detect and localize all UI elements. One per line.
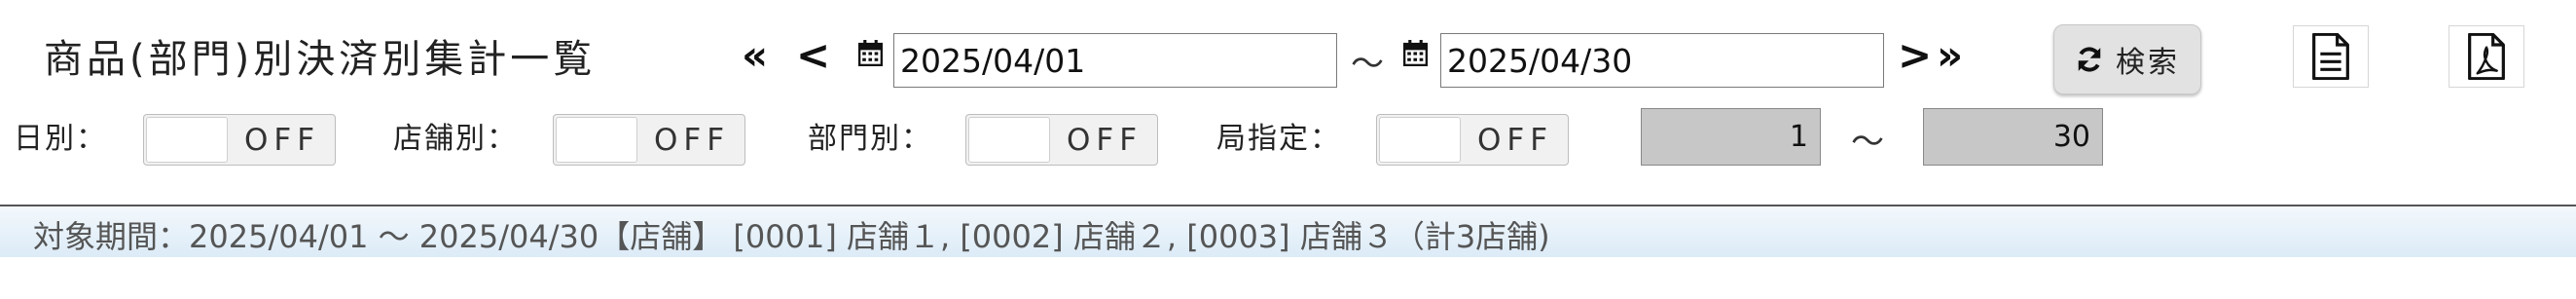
toggle-knob xyxy=(556,117,637,163)
toggle-state: OFF xyxy=(1066,122,1143,158)
toggle-knob xyxy=(146,117,228,163)
department-toggle-label: 部門別： xyxy=(808,122,932,156)
range-separator: ～ xyxy=(1851,123,1884,162)
period-summary-text: 対象期間：2025/04/01 ～ 2025/04/30【店舗】 [0001] … xyxy=(33,218,1550,255)
store-toggle[interactable]: OFF xyxy=(553,114,745,166)
department-toggle[interactable]: OFF xyxy=(965,114,1158,166)
last-period-button[interactable]: » xyxy=(1937,33,1963,78)
calendar-icon[interactable] xyxy=(858,40,883,66)
toggle-state: OFF xyxy=(653,122,731,158)
first-period-button[interactable]: « xyxy=(742,33,768,78)
start-date-input[interactable] xyxy=(893,33,1337,88)
prev-period-button[interactable]: < xyxy=(796,33,830,78)
search-button[interactable]: 検索 xyxy=(2053,24,2201,94)
document-icon[interactable] xyxy=(2293,25,2369,88)
end-date-input[interactable] xyxy=(1440,33,1884,88)
page-title: 商品(部門)別決済別集計一覧 xyxy=(44,37,597,82)
range-to-input[interactable] xyxy=(1923,108,2103,166)
toggle-state: OFF xyxy=(243,122,321,158)
toggle-knob xyxy=(968,117,1050,163)
next-period-button[interactable]: > xyxy=(1898,33,1932,78)
date-range-separator: ～ xyxy=(1351,45,1384,84)
pdf-icon[interactable] xyxy=(2449,25,2524,88)
daily-toggle[interactable]: OFF xyxy=(143,114,336,166)
daily-toggle-label: 日別： xyxy=(14,122,107,156)
search-button-label: 検索 xyxy=(2116,46,2180,80)
toggle-state: OFF xyxy=(1476,122,1554,158)
office-toggle[interactable]: OFF xyxy=(1376,114,1569,166)
store-toggle-label: 店舗別： xyxy=(393,122,518,156)
toggle-knob xyxy=(1379,117,1461,163)
office-toggle-label: 局指定： xyxy=(1216,122,1341,156)
range-from-input[interactable] xyxy=(1641,108,1821,166)
refresh-icon xyxy=(2075,45,2104,74)
calendar-icon[interactable] xyxy=(1403,40,1428,66)
